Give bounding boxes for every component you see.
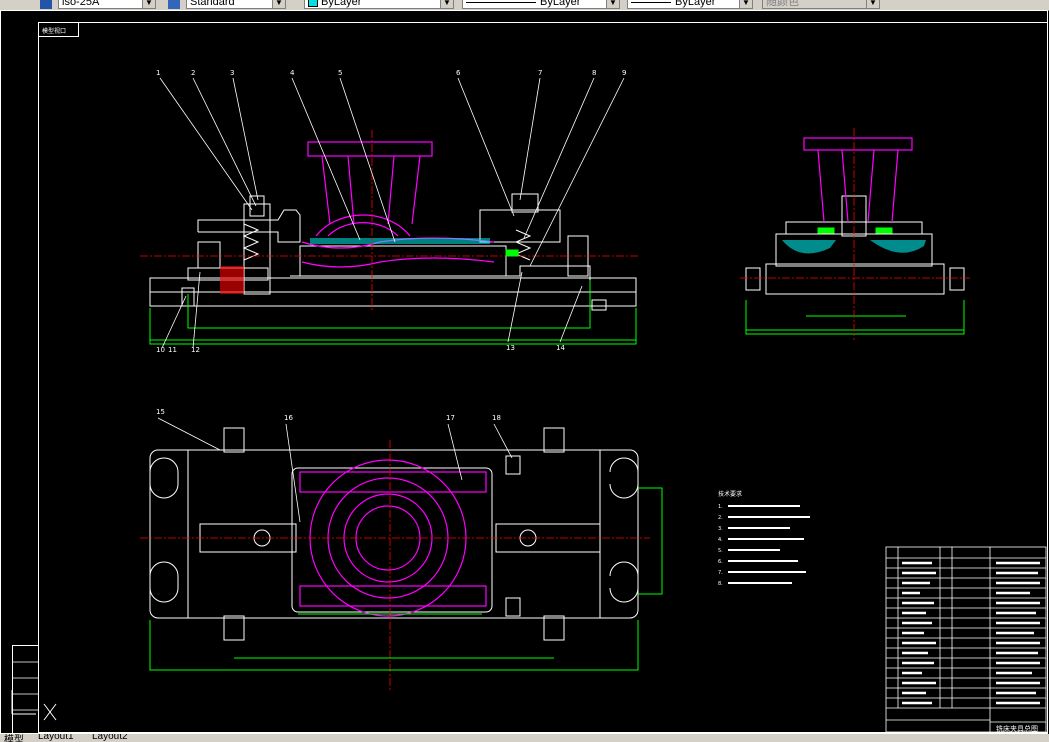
balloon: 2 <box>191 69 195 77</box>
balloon: 3 <box>230 69 234 77</box>
chevron-down-icon: ▼ <box>142 0 155 8</box>
ucs-icon <box>11 690 57 721</box>
chevron-down-icon: ▼ <box>440 0 453 8</box>
left-strip-box <box>12 645 39 734</box>
layer-select[interactable]: ByLayer ▼ <box>304 0 454 9</box>
chevron-down-icon: ▼ <box>739 0 752 8</box>
requirement: 2. <box>718 515 723 521</box>
chevron-down-icon: ▼ <box>866 0 879 8</box>
linetype-value: ByLayer <box>540 0 581 8</box>
tab-layout2[interactable]: Layout2 <box>92 734 128 742</box>
requirement: 7. <box>718 570 723 576</box>
balloon: 16 <box>284 414 293 422</box>
layer-color-icon <box>308 0 318 8</box>
tab-layout1[interactable]: Layout1 <box>38 734 74 742</box>
balloon: 15 <box>156 408 165 416</box>
balloon: 17 <box>446 414 455 422</box>
dim-style-value: Standard <box>190 0 235 8</box>
plotstyle-value: 随颜色 <box>766 0 799 8</box>
title-block: 铣床夹具总图 <box>885 546 1047 733</box>
balloon: 18 <box>492 414 501 422</box>
drawing-title: 铣床夹具总图 <box>996 724 1038 733</box>
left-strip <box>12 661 38 711</box>
outer-frame <box>0 10 1048 734</box>
requirement: 3. <box>718 526 723 532</box>
text-style-select[interactable]: iso-25A ▼ <box>58 0 156 9</box>
technical-requirements: 技术要求 1. 2. 3. 4. 5. 6. 7. 8. <box>718 490 810 587</box>
balloon: 8 <box>592 69 596 77</box>
workpiece-flange <box>307 141 433 157</box>
requirement: 8. <box>718 581 723 587</box>
frame-label: 模型视口 <box>42 27 66 35</box>
balloon: 7 <box>538 69 542 77</box>
plotstyle-select[interactable]: 随颜色 ▼ <box>762 0 880 9</box>
top-view <box>140 417 663 690</box>
balloon: 1 <box>156 69 160 77</box>
balloon: 13 <box>506 344 515 352</box>
drawing-canvas[interactable]: 模型视口 1 2 3 4 5 6 7 8 9 10 11 12 13 14 15… <box>0 10 1049 734</box>
balloon: 12 <box>191 346 200 354</box>
dim-style-icon[interactable] <box>168 0 180 9</box>
text-style-value: iso-25A <box>62 0 100 8</box>
dim-style-select[interactable]: Standard ▼ <box>186 0 286 9</box>
requirement: 1. <box>718 504 723 510</box>
side-view <box>740 128 970 340</box>
layer-value: ByLayer <box>321 0 362 8</box>
section-hatch <box>220 266 244 294</box>
requirement: 6. <box>718 559 723 565</box>
balloon: 10 <box>156 346 165 354</box>
balloon: 11 <box>168 346 177 354</box>
balloon: 4 <box>290 69 295 77</box>
layout-tabs: 模型 Layout1 Layout2 <box>0 734 1049 742</box>
linetype-preview-icon <box>466 1 536 3</box>
linetype-select[interactable]: ByLayer ▼ <box>462 0 620 9</box>
balloon: 14 <box>556 344 565 352</box>
drawing-border <box>38 22 1048 733</box>
tab-model[interactable]: 模型 <box>4 734 24 742</box>
balloon: 5 <box>338 69 342 77</box>
requirement: 5. <box>718 548 723 554</box>
front-view <box>140 77 640 349</box>
lineweight-value: ByLayer <box>675 0 716 8</box>
chevron-down-icon: ▼ <box>272 0 285 8</box>
lineweight-select[interactable]: ByLayer ▼ <box>627 0 753 9</box>
chevron-down-icon: ▼ <box>606 0 619 8</box>
balloon: 9 <box>622 69 626 77</box>
text-style-icon[interactable] <box>40 0 52 9</box>
requirement: 4. <box>718 537 723 543</box>
lineweight-preview-icon <box>631 1 671 3</box>
requirements-title: 技术要求 <box>718 490 742 498</box>
balloon: 6 <box>456 69 461 77</box>
